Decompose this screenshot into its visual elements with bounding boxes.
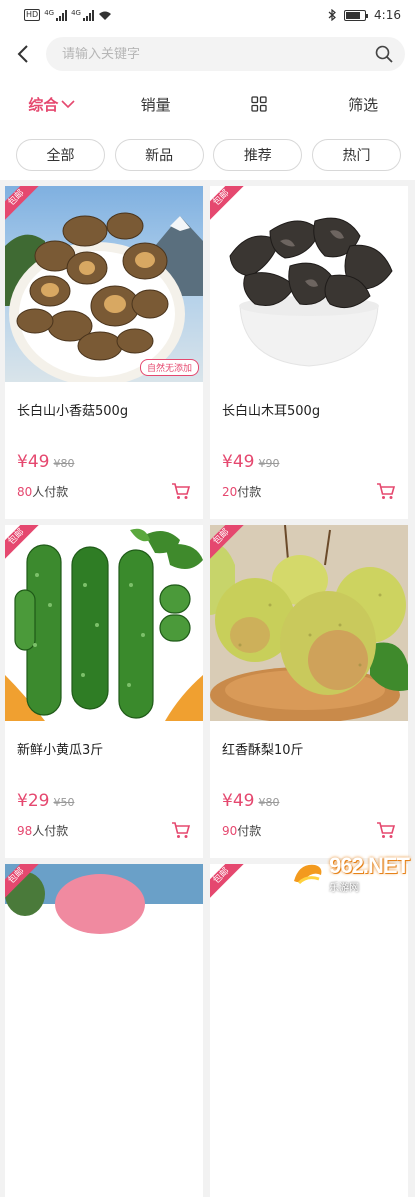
product-image-cucumber[interactable]: 包邮 [5, 525, 203, 721]
paid-count-number: 20 [222, 484, 238, 499]
pay-row: 80人付款 [5, 474, 203, 500]
price-row: ¥49 ¥80 [210, 771, 408, 813]
free-shipping-ribbon: 包邮 [210, 186, 248, 224]
clock: 4:16 [374, 8, 401, 22]
original-price: ¥50 [53, 796, 75, 809]
paid-count-suffix: 付款 [237, 484, 262, 499]
paid-count: 98人付款 [17, 822, 68, 839]
sort-sales[interactable]: 销量 [104, 94, 208, 115]
product-price: ¥49 [222, 452, 255, 472]
signal-icon-2 [82, 9, 94, 21]
sort-bar: 综合 销量 筛选 [0, 78, 415, 130]
product-card[interactable]: 包邮 红香酥梨10斤 ¥49 ¥80 90付款 [210, 525, 408, 858]
pay-row: 90付款 [210, 813, 408, 839]
product-price: ¥29 [17, 791, 50, 811]
paid-count: 90付款 [222, 822, 261, 839]
signal-icon [56, 9, 68, 21]
battery-icon [344, 9, 369, 21]
free-shipping-label: 包邮 [210, 864, 248, 902]
price-row: ¥49 ¥90 [210, 432, 408, 474]
paid-count-number: 80 [17, 484, 33, 499]
paid-count-suffix: 付款 [237, 823, 262, 838]
cart-icon[interactable] [376, 482, 396, 500]
free-shipping-label: 包邮 [5, 864, 43, 902]
tag-new[interactable]: 新品 [114, 139, 204, 171]
product-price: ¥49 [17, 452, 50, 472]
bluetooth-icon [328, 9, 336, 21]
product-image-peach[interactable]: 包邮 [5, 864, 203, 1060]
search-input[interactable] [62, 46, 375, 62]
back-button[interactable] [8, 39, 38, 69]
free-shipping-label: 包邮 [210, 186, 248, 224]
product-title[interactable]: 长白山木耳500g [210, 382, 408, 432]
product-price: ¥49 [222, 791, 255, 811]
image-badge: 自然无添加 [139, 359, 199, 376]
pay-row: 98人付款 [5, 813, 203, 839]
free-shipping-ribbon: 包邮 [210, 525, 248, 563]
watermark-text: 962.NET 乐游网 [329, 853, 410, 894]
price-row: ¥49 ¥80 [5, 432, 203, 474]
watermark-main: 962.NET [329, 853, 410, 878]
free-shipping-label: 包邮 [210, 525, 248, 563]
status-right: 4:16 [328, 8, 401, 22]
free-shipping-ribbon: 包邮 [5, 186, 43, 224]
product-card[interactable]: 包邮 长白山木耳500g ¥49 ¥90 20付款 [210, 186, 408, 519]
network-gen-2: 4G [71, 9, 81, 17]
sort-sales-label: 销量 [140, 95, 171, 114]
hd-badge: HD [24, 9, 41, 21]
free-shipping-label: 包邮 [5, 525, 43, 563]
cart-icon[interactable] [171, 482, 191, 500]
cart-icon[interactable] [376, 821, 396, 839]
sort-filter-label: 筛选 [348, 95, 379, 114]
tag-recommended[interactable]: 推荐 [213, 139, 303, 171]
sort-comprehensive-label: 综合 [28, 95, 59, 114]
network-gen-1: 4G [44, 9, 55, 17]
watermark-sub: 乐游网 [329, 883, 360, 894]
product-card[interactable]: 包邮 新鲜小黄瓜3斤 ¥29 ¥50 98人付款 [5, 525, 203, 858]
watermark-logo-icon [294, 864, 322, 884]
product-card[interactable]: 包邮 [210, 864, 408, 1197]
status-left: HD 4G 4G [24, 9, 112, 21]
free-shipping-label: 包邮 [5, 186, 43, 224]
tag-bar: 全部 新品 推荐 热门 [0, 130, 415, 180]
sort-comprehensive[interactable]: 综合 [0, 94, 104, 115]
grid-view-icon [251, 96, 268, 112]
layout-toggle[interactable] [208, 96, 312, 112]
free-shipping-ribbon: 包邮 [5, 525, 43, 563]
product-card[interactable]: 自然无添加 包邮 长白山小香菇500g ¥49 ¥80 80人付款 [5, 186, 203, 519]
pay-row: 20付款 [210, 474, 408, 500]
original-price: ¥80 [258, 796, 280, 809]
paid-count-number: 98 [17, 823, 33, 838]
search-header [0, 30, 415, 78]
product-card[interactable]: 包邮 [5, 864, 203, 1197]
search-box[interactable] [46, 37, 405, 71]
product-title[interactable]: 新鲜小黄瓜3斤 [5, 721, 203, 771]
product-grid: 自然无添加 包邮 长白山小香菇500g ¥49 ¥80 80人付款 包邮 长白山… [0, 186, 415, 1197]
free-shipping-ribbon: 包邮 [5, 864, 43, 902]
tag-hot[interactable]: 热门 [311, 139, 401, 171]
paid-count: 20付款 [222, 483, 261, 500]
chevron-left-icon [17, 45, 28, 63]
status-bar: HD 4G 4G 4:16 [0, 0, 415, 30]
tag-all[interactable]: 全部 [16, 139, 105, 171]
chevron-down-icon [61, 100, 75, 109]
paid-count-suffix: 人付款 [32, 823, 69, 838]
search-icon[interactable] [375, 45, 393, 63]
paid-count-number: 90 [222, 823, 238, 838]
wifi-icon [98, 11, 111, 20]
product-image-pear[interactable]: 包邮 [210, 525, 408, 721]
paid-count-suffix: 人付款 [32, 484, 69, 499]
cart-icon[interactable] [171, 821, 191, 839]
free-shipping-ribbon: 包邮 [210, 864, 248, 902]
product-image-wood-ear[interactable]: 包邮 [210, 186, 408, 382]
site-watermark: 962.NET 乐游网 [291, 853, 410, 894]
paid-count: 80人付款 [17, 483, 68, 500]
sort-filter[interactable]: 筛选 [311, 94, 415, 115]
product-title[interactable]: 红香酥梨10斤 [210, 721, 408, 771]
original-price: ¥80 [53, 457, 75, 470]
product-image-mushroom[interactable]: 自然无添加 包邮 [5, 186, 203, 382]
product-title[interactable]: 长白山小香菇500g [5, 382, 203, 432]
price-row: ¥29 ¥50 [5, 771, 203, 813]
original-price: ¥90 [258, 457, 280, 470]
